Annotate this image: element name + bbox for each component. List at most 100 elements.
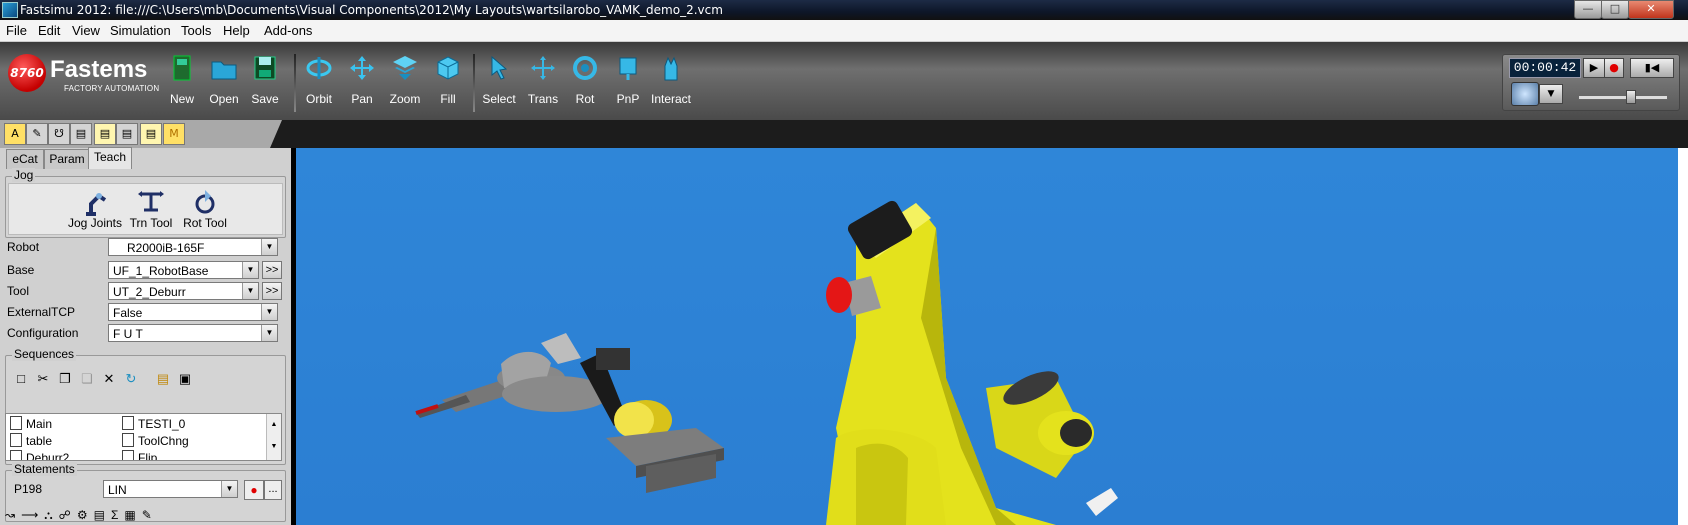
tool-select[interactable]: UT_2_Deburr ▼ xyxy=(108,282,259,300)
pencil-icon[interactable]: ✎ xyxy=(26,123,48,145)
cut-icon[interactable]: ✂ xyxy=(34,370,52,388)
menu-help[interactable]: Help xyxy=(223,23,250,38)
list-item-label: Deburr2 xyxy=(26,451,70,461)
statement-toolbar: ↝⟶⛬☍⚙▤Σ▦✎ xyxy=(5,508,285,525)
minimize-button[interactable]: — xyxy=(1574,0,1602,19)
cursor-icon xyxy=(491,55,508,80)
move-icon[interactable]: ⟶ xyxy=(21,508,44,522)
fill-button[interactable]: Fill xyxy=(423,54,473,116)
chevron-down-icon[interactable]: ▼ xyxy=(242,262,258,278)
tab-teach[interactable]: Teach xyxy=(88,147,132,169)
chevron-down-icon[interactable]: ▼ xyxy=(242,283,258,299)
network-icon[interactable]: ☋ xyxy=(48,123,70,145)
folder-open-icon[interactable]: ▤ xyxy=(154,370,172,388)
ellipsis-button[interactable]: ... xyxy=(264,480,282,500)
base-more-button[interactable]: >> xyxy=(262,261,282,279)
arrow-icon[interactable]: ↝ xyxy=(5,508,21,522)
rotate-tool-button[interactable]: Rot Tool xyxy=(175,188,235,230)
interact-hand-icon xyxy=(664,56,678,81)
list-item[interactable]: Deburr2 xyxy=(10,450,70,461)
list-item[interactable]: ToolChng xyxy=(122,433,189,448)
pnp-icon xyxy=(619,57,637,80)
maximize-button[interactable]: □ xyxy=(1601,0,1629,19)
robot-value: R2000iB-165F xyxy=(127,241,205,255)
tool-label: Tool xyxy=(7,284,30,298)
save-icon[interactable]: ▣ xyxy=(176,370,194,388)
menu-simulation[interactable]: Simulation xyxy=(110,23,171,38)
tool-more-button[interactable]: >> xyxy=(262,282,282,300)
menu-add-ons[interactable]: Add-ons xyxy=(264,23,312,38)
document-icon xyxy=(122,433,134,447)
delete-icon[interactable]: ✕ xyxy=(100,370,118,388)
shield-icon[interactable]: ⛬ xyxy=(44,508,58,522)
select-button[interactable]: Select xyxy=(474,54,524,116)
edit-icon[interactable]: ✎ xyxy=(142,508,158,522)
text-tool-icon[interactable]: A xyxy=(4,123,26,145)
statements-title: Statements xyxy=(12,462,77,476)
refresh-icon[interactable]: ↻ xyxy=(122,370,140,388)
tab-param[interactable]: Param xyxy=(44,149,90,169)
3d-viewport[interactable] xyxy=(296,148,1678,525)
interact-button[interactable]: Interact xyxy=(646,54,696,116)
edit-icon[interactable]: ▤ xyxy=(116,123,138,145)
sim-clock: 00:00:42 xyxy=(1509,58,1581,78)
menu-view[interactable]: View xyxy=(72,23,100,38)
chevron-down-icon[interactable]: ▼ xyxy=(221,481,237,497)
fill-label: Fill xyxy=(440,92,456,106)
tab-ecat[interactable]: eCat xyxy=(6,149,44,169)
title-bar: Fastsimu 2012: file:///C:\Users\mb\Docum… xyxy=(0,0,1688,20)
document-icon[interactable]: ▤ xyxy=(94,508,111,522)
menu-tools[interactable]: Tools xyxy=(181,23,211,38)
base-select[interactable]: UF_1_RobotBase ▼ xyxy=(108,261,259,279)
new-document-icon[interactable]: □ xyxy=(12,370,30,388)
configuration-value: F U T xyxy=(113,327,143,341)
menu-file[interactable]: File xyxy=(6,23,27,38)
list-item[interactable]: table xyxy=(10,433,52,448)
chevron-down-icon[interactable]: ▼ xyxy=(261,239,277,255)
page-icon[interactable]: ▤ xyxy=(140,123,162,145)
list-item[interactable]: Flip xyxy=(122,450,157,460)
document-icon[interactable]: ▤ xyxy=(70,123,92,145)
chevron-down-icon[interactable]: ▼ xyxy=(261,325,277,341)
speed-slider-thumb[interactable] xyxy=(1626,90,1636,104)
speed-slider[interactable] xyxy=(1578,95,1668,100)
list-item[interactable]: Main xyxy=(10,416,52,431)
sum-icon[interactable]: Σ xyxy=(111,508,124,522)
window-edge xyxy=(1678,148,1688,525)
statement-type-select[interactable]: LIN ▼ xyxy=(103,480,238,498)
menu-bar: File Edit View Simulation Tools Help Add… xyxy=(0,20,1688,42)
document-icon xyxy=(10,433,22,447)
record-icon[interactable]: ● xyxy=(244,480,264,500)
chevron-down-icon[interactable]: ▼ xyxy=(1539,84,1563,104)
select-label: Select xyxy=(482,92,516,106)
save-button[interactable]: Save xyxy=(240,54,290,116)
macro-icon[interactable]: M xyxy=(163,123,185,145)
external-tcp-select[interactable]: False ▼ xyxy=(108,303,278,321)
list-scrollbar[interactable]: ▲ ▼ xyxy=(266,414,281,460)
gear-icon[interactable]: ⚙ xyxy=(77,508,94,522)
base-value: UF_1_RobotBase xyxy=(113,264,209,278)
sequences-list: Main TESTI_0 table ToolChng Deburr2 Flip… xyxy=(5,413,282,461)
interact-label: Interact xyxy=(650,92,692,106)
menu-edit[interactable]: Edit xyxy=(38,23,60,38)
chevron-down-icon[interactable]: ▼ xyxy=(261,304,277,320)
close-button[interactable]: ✕ xyxy=(1628,0,1674,19)
copy-icon[interactable]: ❐ xyxy=(56,370,74,388)
sequences-toolbar: □ ✂ ❐ ❏ ✕ ↻ ▤ ▣ xyxy=(8,366,281,390)
table-icon[interactable]: ▦ xyxy=(124,508,141,522)
disc-icon[interactable] xyxy=(1511,82,1539,106)
secondary-toolbar: A ✎ ☋ ▤ ▤ ▤ ▤ M xyxy=(0,120,1688,148)
rewind-button[interactable]: ▮◀ xyxy=(1630,58,1674,78)
paste-icon[interactable]: ❏ xyxy=(78,370,96,388)
link-icon[interactable]: ☍ xyxy=(59,508,77,522)
configuration-select[interactable]: F U T ▼ xyxy=(108,324,278,342)
record-button[interactable]: ● xyxy=(1604,58,1624,78)
copy-icon[interactable]: ▤ xyxy=(94,123,116,145)
play-button[interactable]: ▶ xyxy=(1583,58,1605,78)
list-item[interactable]: TESTI_0 xyxy=(122,416,185,431)
robot-select[interactable]: R2000iB-165F ▼ xyxy=(108,238,278,256)
jog-joints-button[interactable]: Jog Joints xyxy=(65,188,125,230)
zoom-icon xyxy=(393,56,417,80)
translate-tool-button[interactable]: Trn Tool xyxy=(121,188,181,230)
document-icon xyxy=(10,450,22,460)
